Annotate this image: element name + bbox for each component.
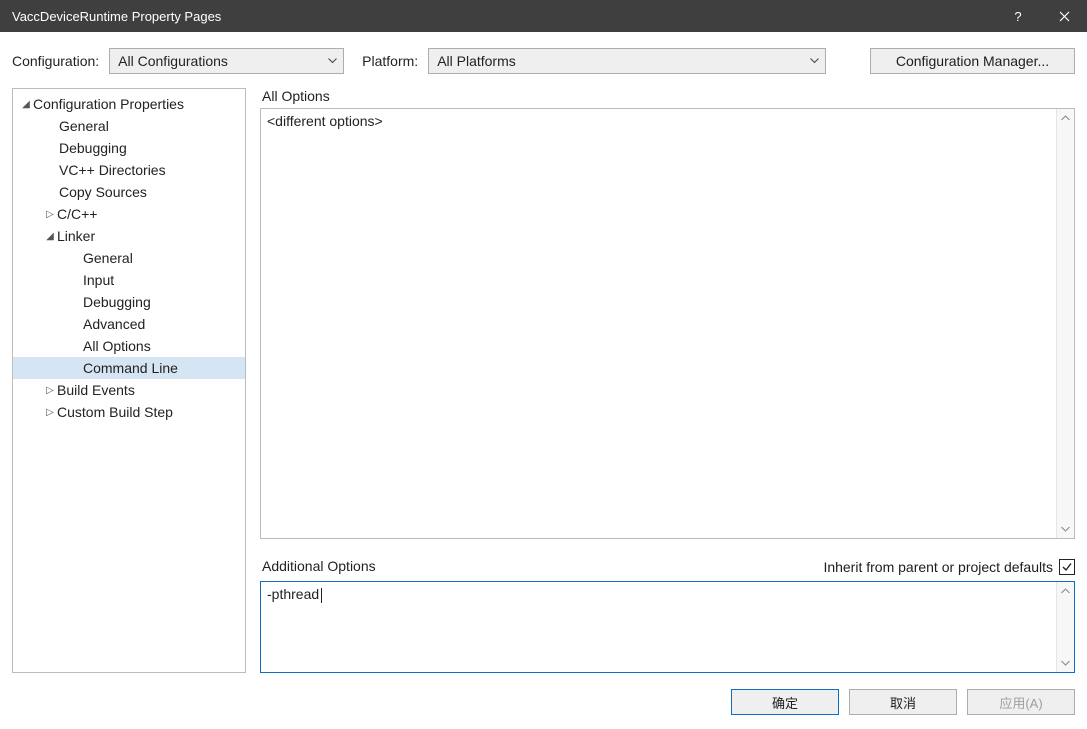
- tree-item-linker-input[interactable]: Input: [13, 269, 245, 291]
- tree-collapse-icon[interactable]: ◢: [19, 99, 33, 110]
- tree-item-general[interactable]: General: [13, 115, 245, 137]
- ok-button-label: 确定: [772, 693, 798, 712]
- toolbar-row: Configuration: All Configurations Platfo…: [12, 48, 1075, 74]
- configuration-label: Configuration:: [12, 53, 99, 69]
- tree-item-linker[interactable]: ◢ Linker: [13, 225, 245, 247]
- apply-button-label: 应用(A): [999, 693, 1042, 712]
- tree-expand-icon[interactable]: ▷: [43, 407, 57, 418]
- help-button[interactable]: ?: [995, 0, 1041, 32]
- ok-button[interactable]: 确定: [731, 689, 839, 715]
- help-icon: ?: [1014, 9, 1021, 24]
- tree-item-build-events[interactable]: ▷ Build Events: [13, 379, 245, 401]
- tree-item-debugging[interactable]: Debugging: [13, 137, 245, 159]
- close-button[interactable]: [1041, 0, 1087, 32]
- window-title: VaccDeviceRuntime Property Pages: [12, 9, 995, 24]
- all-options-value: <different options>: [267, 113, 383, 129]
- scroll-down-icon[interactable]: [1057, 654, 1074, 672]
- tree-item-linker-general[interactable]: General: [13, 247, 245, 269]
- tree-collapse-icon[interactable]: ◢: [43, 231, 57, 242]
- tree-panel[interactable]: ◢ Configuration Properties General Debug…: [12, 88, 246, 673]
- main-row: ◢ Configuration Properties General Debug…: [12, 88, 1075, 673]
- tree-item-label: Linker: [57, 228, 95, 244]
- tree-item-label: Build Events: [57, 382, 135, 398]
- tree-item-label: General: [83, 250, 133, 266]
- scroll-down-icon[interactable]: [1057, 520, 1074, 538]
- additional-options-header-row: Additional Options Inherit from parent o…: [260, 545, 1075, 581]
- configuration-value: All Configurations: [118, 53, 228, 69]
- tree-item-linker-command-line[interactable]: Command Line: [13, 357, 245, 379]
- close-icon: [1059, 11, 1070, 22]
- additional-options-value: -pthread: [267, 586, 322, 602]
- tree-item-linker-all-options[interactable]: All Options: [13, 335, 245, 357]
- tree-item-vcpp-directories[interactable]: VC++ Directories: [13, 159, 245, 181]
- tree-item-label: C/C++: [57, 206, 97, 222]
- platform-value: All Platforms: [437, 53, 516, 69]
- scrollbar[interactable]: [1056, 582, 1074, 672]
- configuration-manager-label: Configuration Manager...: [896, 53, 1049, 69]
- scroll-up-icon[interactable]: [1057, 109, 1074, 127]
- tree-item-label: Command Line: [83, 360, 178, 376]
- tree-item-ccpp[interactable]: ▷ C/C++: [13, 203, 245, 225]
- tree-item-label: Custom Build Step: [57, 404, 173, 420]
- right-panel: All Options <different options> Addition…: [260, 88, 1075, 673]
- tree-item-label: Input: [83, 272, 114, 288]
- additional-options-label: Additional Options: [262, 558, 376, 574]
- additional-options-textbox[interactable]: -pthread: [260, 581, 1075, 673]
- tree-root-label: Configuration Properties: [33, 96, 184, 112]
- configuration-manager-button[interactable]: Configuration Manager...: [870, 48, 1075, 74]
- chevron-down-icon: [810, 58, 819, 64]
- platform-dropdown[interactable]: All Platforms: [428, 48, 826, 74]
- tree-expand-icon[interactable]: ▷: [43, 385, 57, 396]
- tree-item-copy-sources[interactable]: Copy Sources: [13, 181, 245, 203]
- inherit-checkbox[interactable]: [1059, 559, 1075, 575]
- inherit-row: Inherit from parent or project defaults: [823, 553, 1075, 581]
- tree-expand-icon[interactable]: ▷: [43, 209, 57, 220]
- dialog-button-row: 确定 取消 应用(A): [12, 689, 1075, 715]
- all-options-textbox[interactable]: <different options>: [260, 108, 1075, 539]
- tree-item-label: Debugging: [83, 294, 151, 310]
- tree-item-linker-debugging[interactable]: Debugging: [13, 291, 245, 313]
- inherit-label: Inherit from parent or project defaults: [823, 559, 1053, 575]
- tree-item-label: Debugging: [59, 140, 127, 156]
- tree-root-configuration-properties[interactable]: ◢ Configuration Properties: [13, 93, 245, 115]
- all-options-label: All Options: [262, 88, 1075, 104]
- cancel-button-label: 取消: [890, 693, 916, 712]
- check-icon: [1061, 561, 1073, 573]
- tree-item-label: VC++ Directories: [59, 162, 166, 178]
- dialog-content: Configuration: All Configurations Platfo…: [0, 32, 1087, 729]
- apply-button[interactable]: 应用(A): [967, 689, 1075, 715]
- cancel-button[interactable]: 取消: [849, 689, 957, 715]
- tree-item-custom-build-step[interactable]: ▷ Custom Build Step: [13, 401, 245, 423]
- tree-item-linker-advanced[interactable]: Advanced: [13, 313, 245, 335]
- tree-item-label: Advanced: [83, 316, 145, 332]
- platform-label: Platform:: [362, 53, 418, 69]
- titlebar: VaccDeviceRuntime Property Pages ?: [0, 0, 1087, 32]
- scroll-up-icon[interactable]: [1057, 582, 1074, 600]
- tree-item-label: General: [59, 118, 109, 134]
- tree-item-label: Copy Sources: [59, 184, 147, 200]
- configuration-dropdown[interactable]: All Configurations: [109, 48, 344, 74]
- scrollbar[interactable]: [1056, 109, 1074, 538]
- chevron-down-icon: [328, 58, 337, 64]
- tree-item-label: All Options: [83, 338, 151, 354]
